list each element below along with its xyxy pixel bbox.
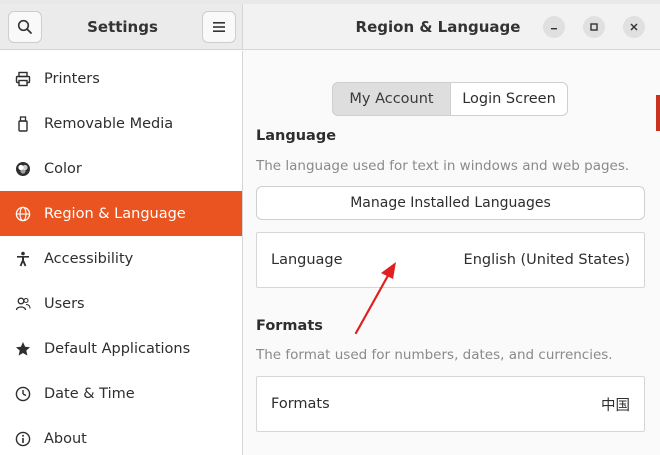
settings-window: Settings Region & Language Printers Remo… xyxy=(0,0,660,455)
annotation-arrow xyxy=(354,262,396,335)
background-window-edge xyxy=(656,95,660,131)
